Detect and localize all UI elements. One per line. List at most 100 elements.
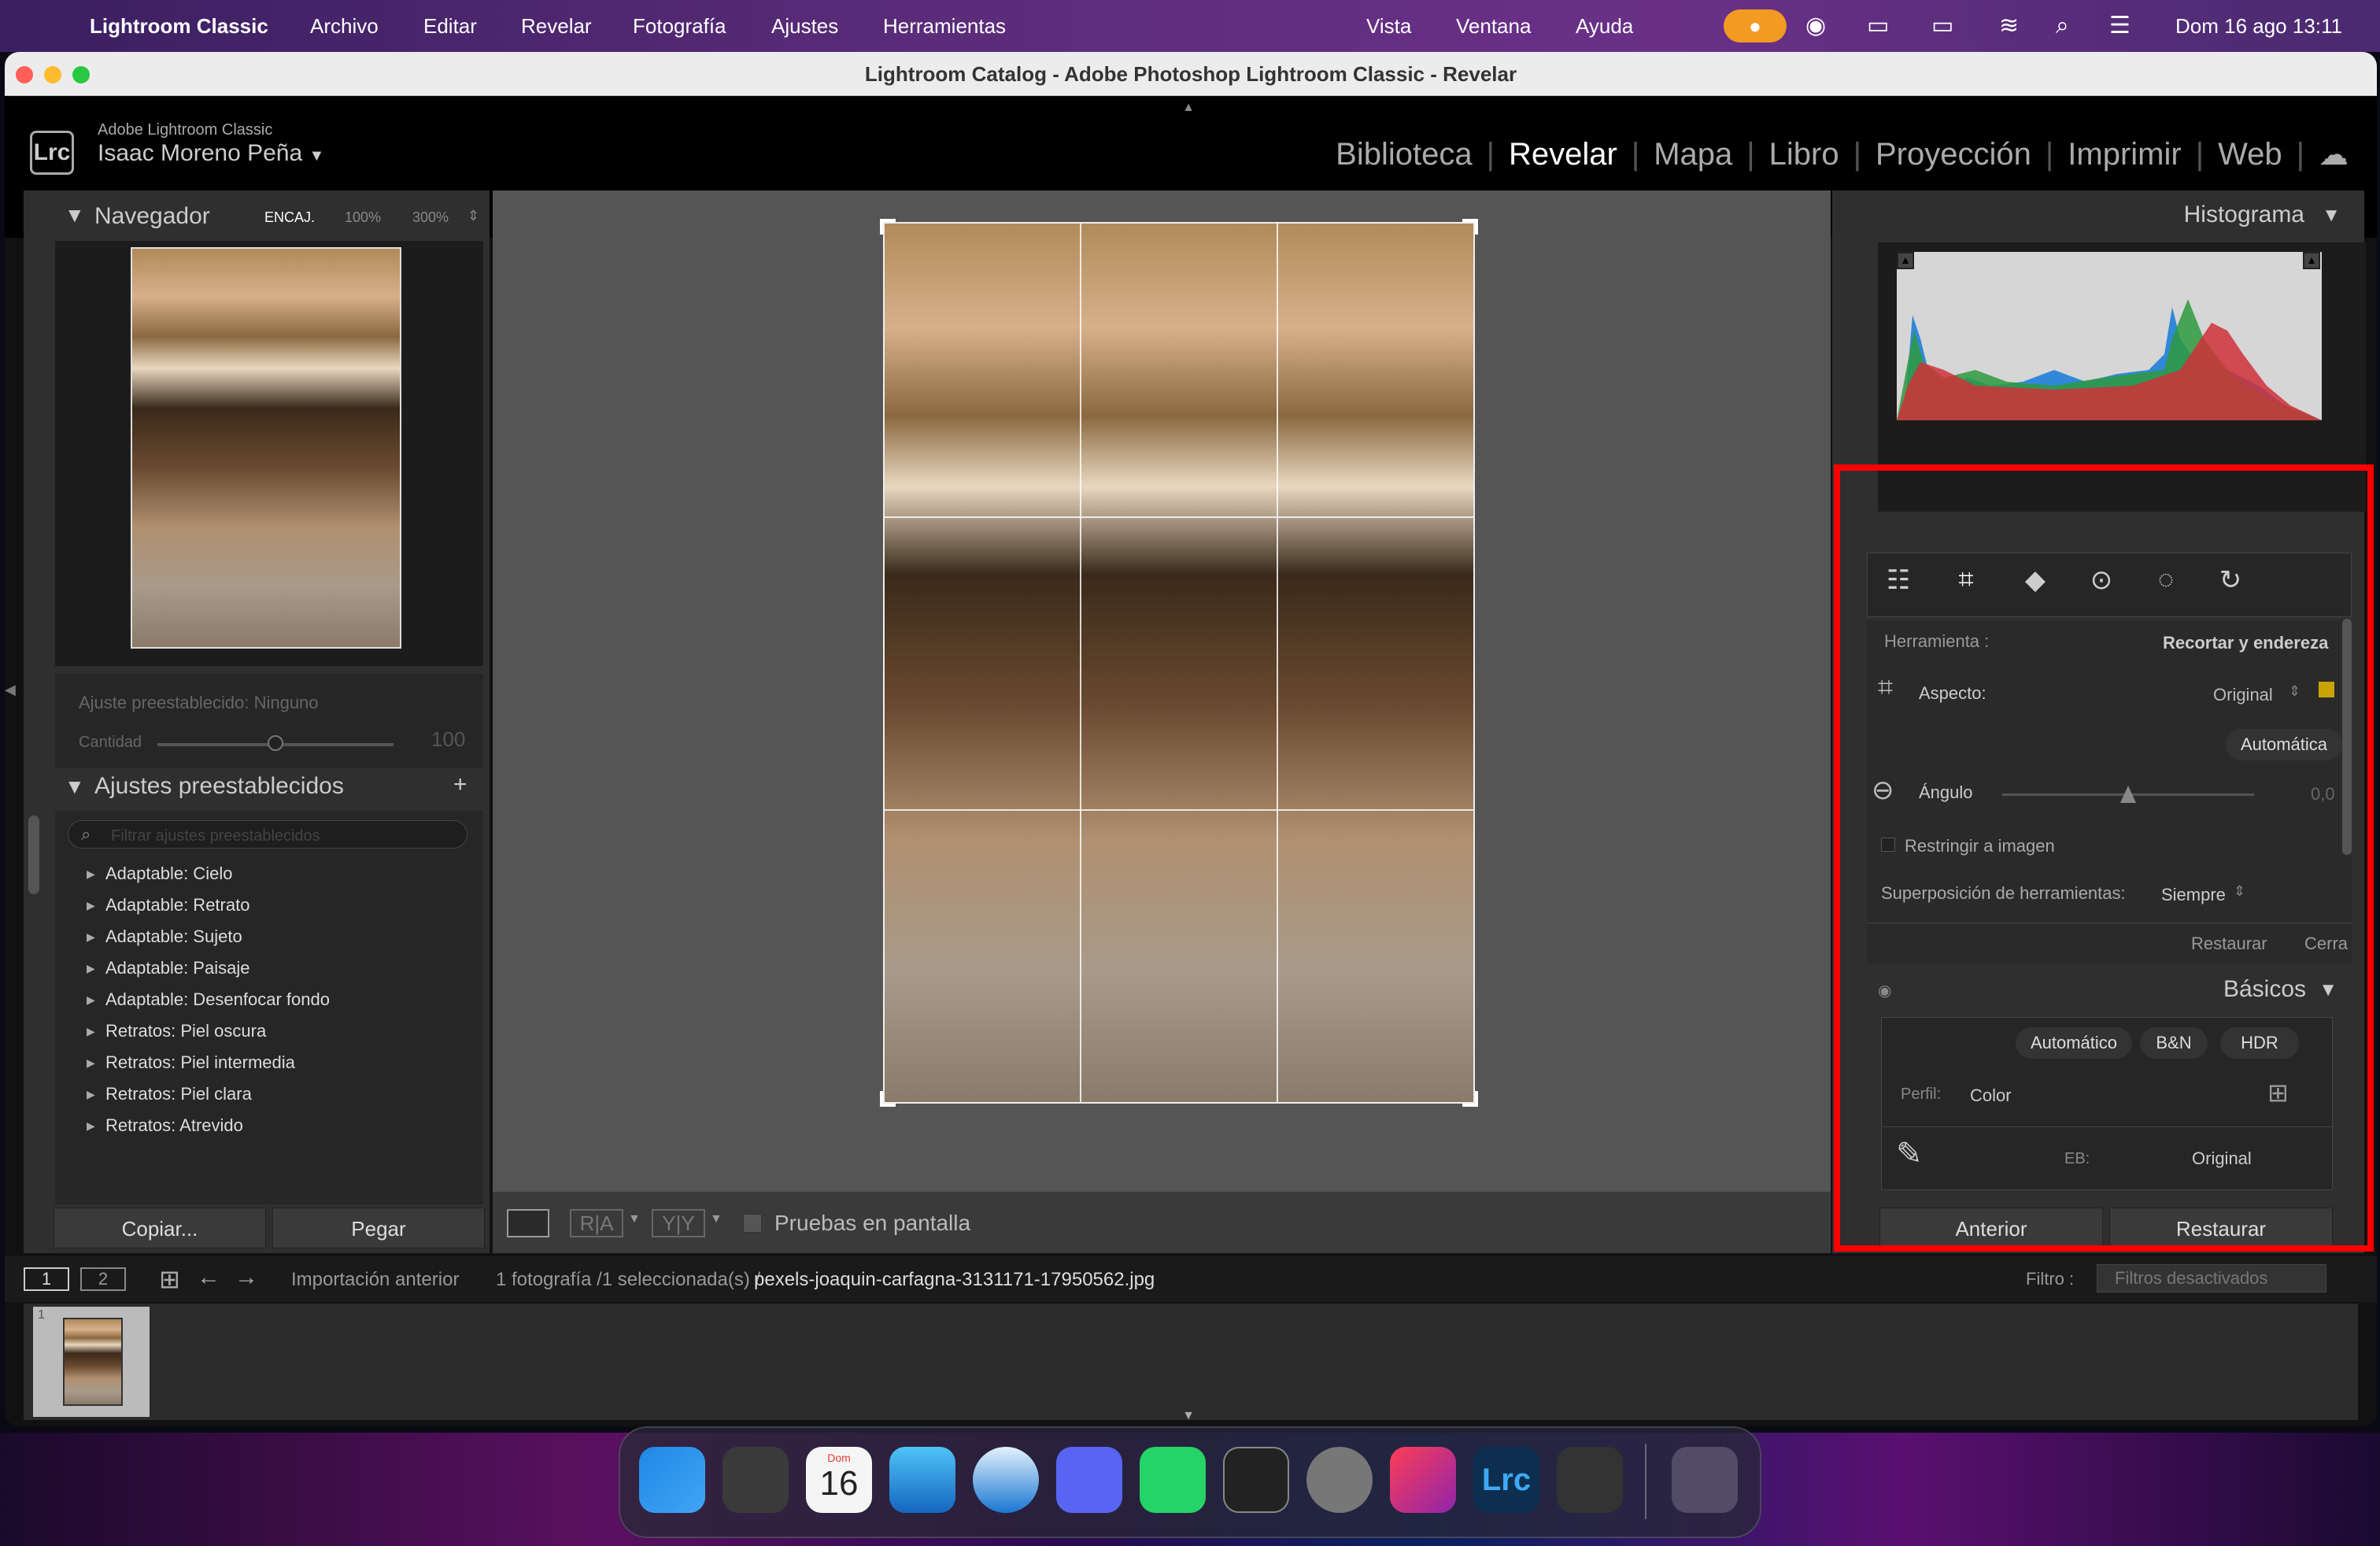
crop-grid-line xyxy=(1277,224,1278,1102)
module-libro[interactable]: Libro xyxy=(1769,137,1839,172)
preset-item[interactable]: Adaptable: Desenfocar fondo xyxy=(87,984,464,1015)
menu-datetime[interactable]: Dom 16 ago 13:11 xyxy=(2175,0,2342,52)
grid-view-icon[interactable]: ⊞ xyxy=(159,1264,180,1294)
preset-item[interactable]: Adaptable: Cielo xyxy=(87,858,464,890)
copy-button[interactable]: Copiar... xyxy=(54,1208,266,1248)
preset-item[interactable]: Adaptable: Paisaje xyxy=(87,952,464,984)
preset-item[interactable]: Retratos: Piel clara xyxy=(87,1078,464,1110)
creative-cloud-icon[interactable] xyxy=(1390,1447,1456,1513)
histogram-title: Histograma xyxy=(2183,202,2304,227)
loupe-view-icon[interactable] xyxy=(507,1209,549,1237)
histogram-header[interactable]: Histograma ▼ xyxy=(1840,198,2360,235)
module-revelar[interactable]: Revelar xyxy=(1509,137,1617,172)
left-panel-toggle-icon[interactable]: ◀ xyxy=(5,682,16,729)
wifi-icon[interactable]: ≋ xyxy=(1999,0,2019,52)
crop-handle[interactable] xyxy=(880,219,896,235)
menu-vista[interactable]: Vista xyxy=(1366,0,1411,52)
amount-slider-track[interactable] xyxy=(157,735,394,751)
user-icon[interactable]: ◉ xyxy=(1805,0,1826,52)
top-panel-toggle-icon[interactable]: ▲ xyxy=(1181,101,1196,114)
disk-utility-icon[interactable] xyxy=(1557,1447,1623,1513)
settings-icon[interactable] xyxy=(1306,1447,1373,1513)
before-after-tb-button[interactable]: Y|Y xyxy=(652,1209,705,1237)
whatsapp-icon[interactable] xyxy=(1140,1447,1206,1513)
presets-search-input[interactable]: ⌕ Filtrar ajustes preestablecidos xyxy=(68,820,468,849)
screen-mirror-icon[interactable]: ▭ xyxy=(1867,0,1889,52)
menu-ayuda[interactable]: Ayuda xyxy=(1576,0,1633,52)
menu-app-name[interactable]: Lightroom Classic xyxy=(90,0,268,52)
trash-icon[interactable] xyxy=(1672,1447,1738,1513)
dock-divider xyxy=(1645,1444,1646,1519)
left-panel-scrollbar[interactable] xyxy=(28,816,39,894)
finder-icon[interactable] xyxy=(639,1447,705,1513)
highlight-clipping-icon[interactable]: ▲ xyxy=(2303,252,2320,269)
menu-herramientas[interactable]: Herramientas xyxy=(883,0,1006,52)
filter-select[interactable]: Filtros desactivados xyxy=(2097,1264,2326,1293)
zoom-fit[interactable]: ENCAJ. xyxy=(264,209,315,226)
search-icon[interactable]: ⌕ xyxy=(2056,0,2069,52)
paste-button[interactable]: Pegar xyxy=(272,1208,485,1248)
control-center-icon[interactable]: ☰ xyxy=(2109,0,2131,52)
module-imprimir[interactable]: Imprimir xyxy=(2068,137,2181,172)
module-web[interactable]: Web xyxy=(2218,137,2282,172)
zoom-stepper-icon[interactable]: ⇕ xyxy=(468,208,479,224)
filmstrip-thumbnail[interactable]: 1 xyxy=(33,1307,150,1417)
shadow-clipping-icon[interactable]: ▲ xyxy=(1897,252,1914,269)
add-preset-icon[interactable]: + xyxy=(453,771,468,798)
preset-item[interactable]: Adaptable: Retrato xyxy=(87,890,464,921)
menu-revelar[interactable]: Revelar xyxy=(521,0,592,52)
discord-icon[interactable] xyxy=(1056,1447,1122,1513)
crop-handle[interactable] xyxy=(1462,1091,1478,1107)
crop-frame[interactable] xyxy=(880,219,1478,1107)
zoom-300[interactable]: 300% xyxy=(412,209,449,226)
mail-icon[interactable] xyxy=(889,1447,955,1513)
back-arrow-icon[interactable]: ← xyxy=(197,1264,220,1291)
preset-item[interactable]: Retratos: Piel intermedia xyxy=(87,1047,464,1078)
center-toolbar: R|A ▼ Y|Y ▼ Pruebas en pantalla xyxy=(493,1192,1831,1253)
soft-proofing-checkbox[interactable] xyxy=(743,1214,762,1233)
preset-item[interactable]: Retratos: Piel oscura xyxy=(87,1015,464,1047)
microphone-icon[interactable]: ● xyxy=(1724,9,1787,43)
main-window-button[interactable]: 1 xyxy=(24,1267,69,1291)
battery-icon[interactable]: ▭ xyxy=(1931,0,1953,52)
histogram-chart[interactable] xyxy=(1897,252,2322,420)
cloud-icon[interactable]: ☁ xyxy=(2319,137,2349,172)
presets-header[interactable]: ▼ Ajustes preestablecidos + xyxy=(36,771,485,806)
lightroom-icon[interactable]: Lrc xyxy=(1473,1447,1539,1513)
davinci-icon[interactable] xyxy=(1223,1447,1289,1513)
highlight-box xyxy=(1834,464,2374,1252)
navigator-thumbnail[interactable] xyxy=(131,247,401,649)
menu-ajustes[interactable]: Ajustes xyxy=(771,0,838,52)
menu-archivo[interactable]: Archivo xyxy=(310,0,379,52)
menu-ventana[interactable]: Ventana xyxy=(1456,0,1531,52)
second-window-button[interactable]: 2 xyxy=(80,1267,126,1291)
crop-grid-line xyxy=(885,809,1473,811)
launchpad-icon[interactable] xyxy=(722,1447,789,1513)
before-after-lr-button[interactable]: R|A xyxy=(570,1209,623,1237)
user-name[interactable]: Isaac Moreno Peña ▼ xyxy=(98,140,324,167)
filmstrip-bar: 1 2 ⊞ ← → Importación anterior 1 fotogra… xyxy=(5,1256,2377,1302)
dropdown-arrow-icon[interactable]: ▼ xyxy=(628,1212,641,1226)
preset-item[interactable]: Adaptable: Sujeto xyxy=(87,921,464,952)
menu-fotografia[interactable]: Fotografía xyxy=(633,0,726,52)
safari-icon[interactable] xyxy=(973,1447,1039,1513)
calendar-icon[interactable]: Dom 16 xyxy=(806,1447,872,1513)
menu-editar[interactable]: Editar xyxy=(423,0,477,52)
crop-handle[interactable] xyxy=(1462,219,1478,235)
module-proyeccion[interactable]: Proyección xyxy=(1876,137,2031,172)
crop-grid-line xyxy=(1080,224,1081,1102)
module-mapa[interactable]: Mapa xyxy=(1654,137,1732,172)
navigator-header[interactable]: ▼ Navegador ENCAJ. 100% 300% ⇕ xyxy=(36,200,485,235)
zoom-100[interactable]: 100% xyxy=(345,209,381,226)
amount-slider-thumb[interactable] xyxy=(268,735,283,751)
calendar-date: 16 xyxy=(819,1464,859,1503)
forward-arrow-icon[interactable]: → xyxy=(235,1264,258,1291)
crop-handle[interactable] xyxy=(880,1091,896,1107)
filmstrip-filename[interactable]: pexels-joaquin-carfagna-3131171-17950562… xyxy=(754,1269,1155,1291)
thumbnail-image xyxy=(63,1318,123,1406)
filmstrip-source[interactable]: Importación anterior xyxy=(291,1269,459,1291)
preset-item[interactable]: Retratos: Atrevido xyxy=(87,1110,464,1141)
bottom-panel-toggle-icon[interactable]: ▼ xyxy=(1181,1409,1196,1422)
dropdown-arrow-icon[interactable]: ▼ xyxy=(710,1212,722,1226)
module-biblioteca[interactable]: Biblioteca xyxy=(1336,137,1472,172)
